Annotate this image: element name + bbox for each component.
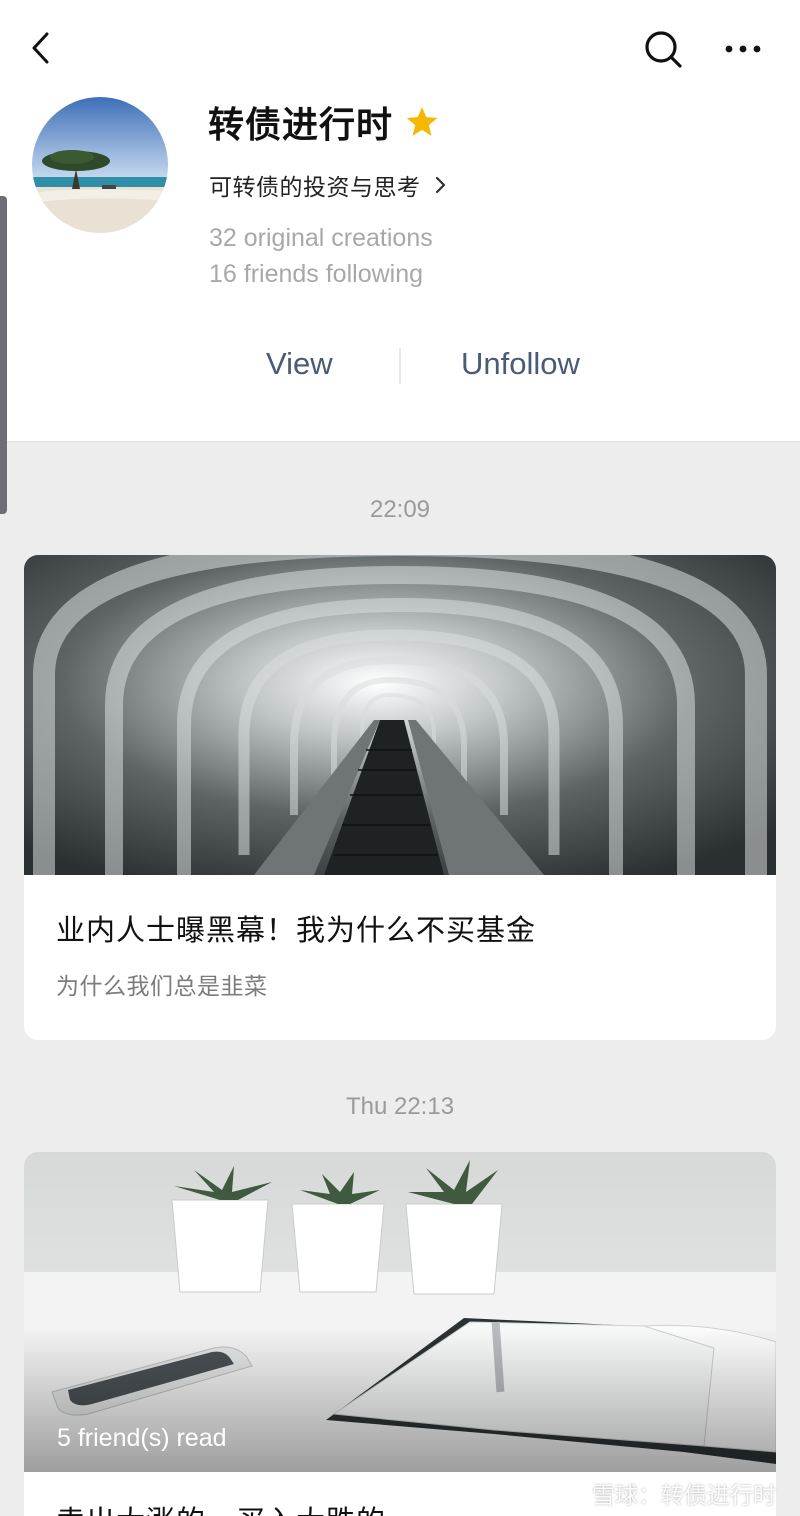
more-options-icon[interactable] bbox=[720, 26, 766, 72]
article-subtitle: 为什么我们总是韭菜 bbox=[56, 974, 268, 1000]
account-description-link[interactable]: 可转债的投资与思考 bbox=[209, 168, 449, 202]
source-watermark: 雪球：转债进行时 bbox=[556, 1476, 776, 1510]
account-header: 转债进行时 可转债的投资与思考 32 original creations 16… bbox=[0, 0, 800, 442]
chevron-right-icon bbox=[435, 176, 445, 194]
article-title: 业内人士曝黑幕！我为什么不买基金 bbox=[56, 913, 537, 947]
snowball-logo-icon bbox=[556, 1478, 586, 1508]
friends-read-label: 5 friend(s) read bbox=[57, 1424, 227, 1452]
watermark-text: 雪球：转债进行时 bbox=[592, 1483, 776, 1509]
original-creations-count: 32 original creations bbox=[209, 224, 433, 252]
account-description: 可转债的投资与思考 bbox=[209, 175, 421, 201]
star-icon[interactable] bbox=[405, 105, 439, 139]
edge-handle[interactable] bbox=[0, 196, 7, 514]
article-card[interactable]: 5 friend(s) read 卖出大涨的，买入大跌的 bbox=[24, 1152, 776, 1516]
view-button[interactable]: View bbox=[266, 346, 333, 382]
back-arrow-icon[interactable] bbox=[22, 28, 62, 68]
article-title: 卖出大涨的，买入大跌的 bbox=[56, 1498, 386, 1516]
feed-timestamp: Thu 22:13 bbox=[345, 1093, 455, 1120]
article-card[interactable]: 业内人士曝黑幕！我为什么不买基金 为什么我们总是韭菜 bbox=[24, 555, 776, 1040]
account-avatar[interactable] bbox=[32, 97, 168, 233]
feed-timestamp: 22:09 bbox=[369, 496, 431, 523]
account-name-row: 转债进行时 bbox=[208, 98, 439, 146]
unfollow-button[interactable]: Unfollow bbox=[461, 346, 580, 382]
friends-following-count: 16 friends following bbox=[209, 260, 424, 288]
action-divider bbox=[399, 348, 401, 384]
search-icon[interactable] bbox=[640, 26, 686, 72]
article-cover-image bbox=[24, 555, 776, 875]
account-name: 转债进行时 bbox=[208, 105, 394, 146]
